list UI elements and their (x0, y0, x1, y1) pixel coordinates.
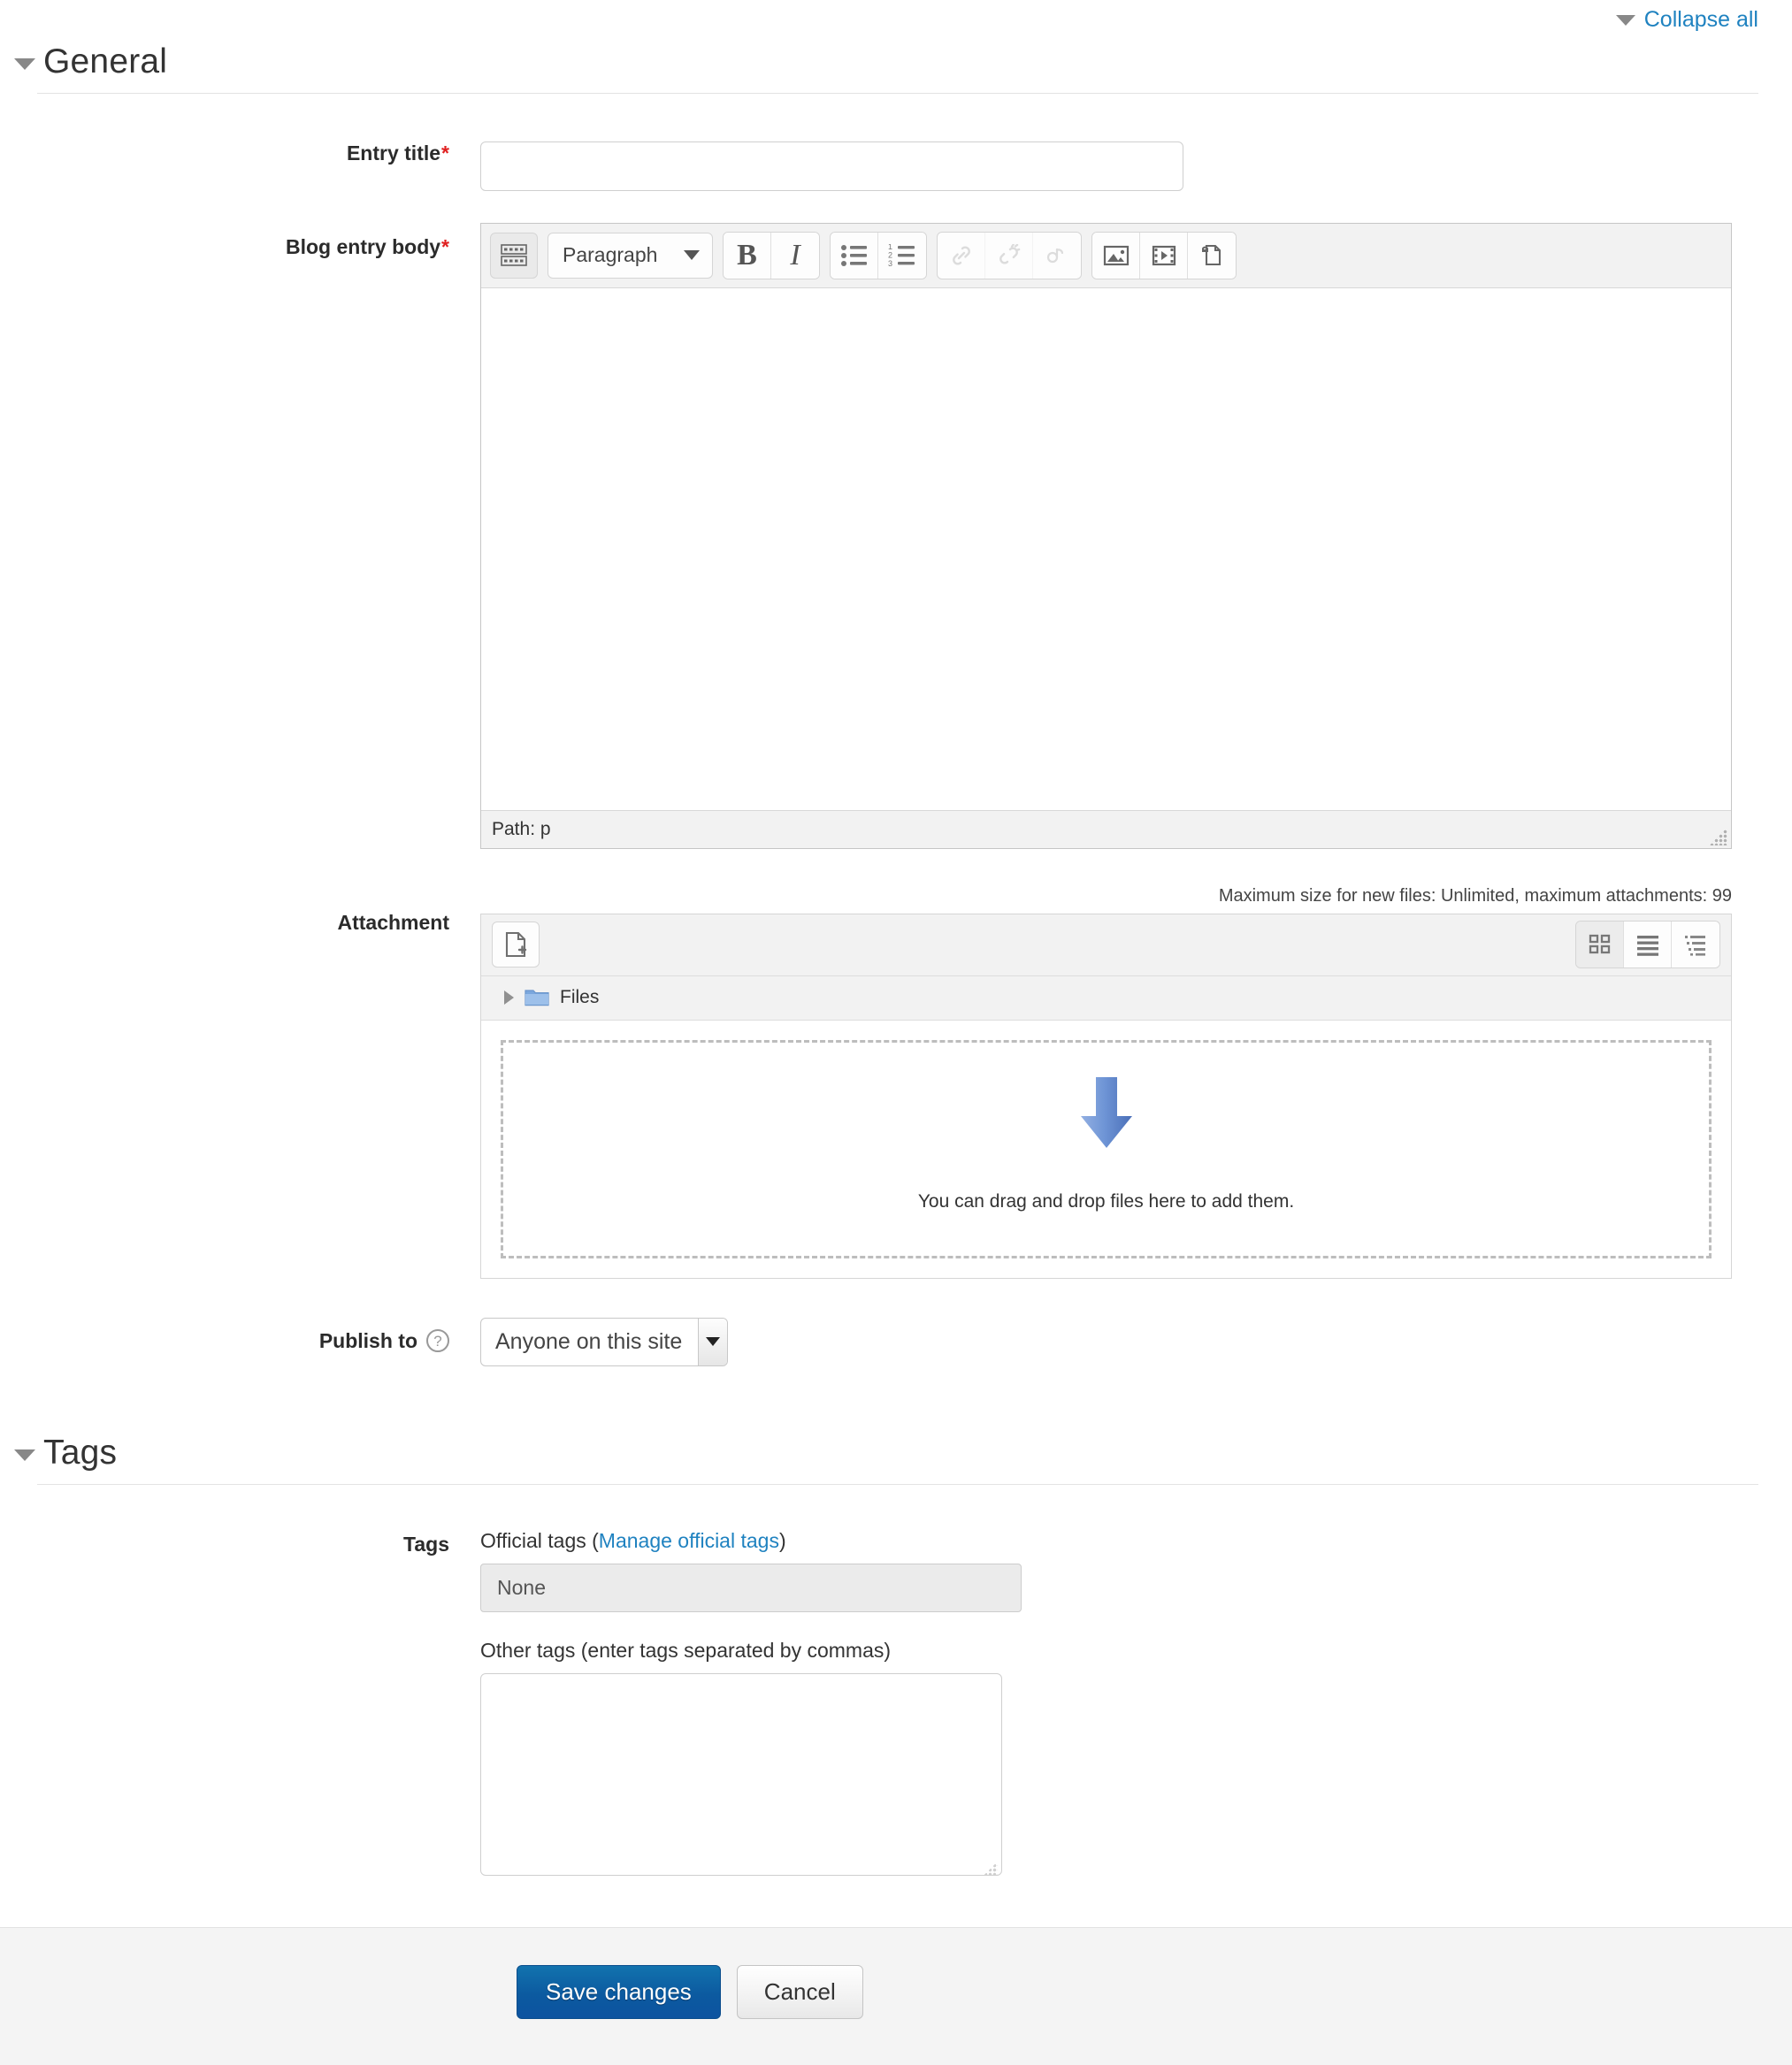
file-manager: Files You can drag and drop files here t… (480, 913, 1732, 1279)
other-tags-label: Other tags (enter tags separated by comm… (480, 1638, 892, 1662)
blog-entry-body-label: Blog entry body* (285, 234, 449, 258)
chevron-down-icon (14, 1449, 35, 1461)
numbered-list-icon[interactable]: 123 (878, 232, 926, 279)
unlink-icon[interactable] (985, 232, 1033, 279)
link-group (937, 231, 1082, 279)
text-style-group: B I (723, 231, 820, 279)
page-title: General (43, 42, 168, 80)
form-row-entry-title: Entry title* (0, 141, 1792, 191)
section-header-general[interactable]: General (0, 42, 1792, 80)
form-row-attachment: Attachment Maximum size for new files: U… (0, 886, 1792, 1279)
expand-toolbar-icon[interactable] (490, 232, 538, 279)
other-tags-input[interactable] (480, 1672, 1002, 1876)
breadcrumb-root-label[interactable]: Files (560, 987, 599, 1008)
manage-official-tags-link[interactable]: Manage official tags (599, 1529, 779, 1552)
official-tags-text-suffix: ) (778, 1528, 786, 1552)
italic-icon[interactable]: I (771, 232, 819, 279)
add-file-icon[interactable] (492, 922, 540, 968)
editor-path-label: Path: p (492, 818, 551, 839)
official-tags-select[interactable]: None (480, 1563, 1022, 1612)
save-changes-button[interactable]: Save changes (517, 1964, 721, 2019)
editor-content-area[interactable] (481, 287, 1731, 811)
resize-handle[interactable] (1710, 829, 1727, 845)
list-view-icon[interactable] (1624, 922, 1672, 968)
bulleted-list-icon[interactable] (831, 232, 878, 279)
chevron-down-icon (1615, 14, 1635, 26)
form-actions-footer: Save changes Cancel (0, 1926, 1792, 2065)
bold-label: B (737, 238, 757, 272)
other-tags-field-wrap (480, 1663, 1002, 1881)
icons-view-icon[interactable] (1576, 922, 1624, 968)
file-manager-toolbar (481, 914, 1731, 976)
required-asterisk: * (441, 234, 449, 258)
editor-path-bar: Path: p (481, 810, 1731, 848)
publish-to-label: Publish to? (0, 1329, 480, 1354)
chevron-down-icon (698, 1318, 728, 1365)
manage-files-icon[interactable] (1188, 232, 1236, 279)
paragraph-format-value: Paragraph (563, 243, 658, 267)
editor-toolbar: Paragraph B I 1 2 3 (481, 223, 1731, 288)
auto-link-icon[interactable] (1033, 232, 1081, 279)
chevron-down-icon (14, 57, 35, 70)
file-view-mode-group (1575, 921, 1720, 969)
entry-title-label: Entry title* (346, 141, 449, 164)
media-group (1091, 231, 1237, 279)
max-size-text: Maximum size for new files: Unlimited, m… (1218, 885, 1732, 906)
publish-to-value: Anyone on this site (495, 1328, 683, 1354)
down-arrow-icon (1075, 1075, 1138, 1156)
svg-text:3: 3 (888, 259, 892, 267)
chevron-down-icon (684, 250, 700, 261)
form-row-blog-entry-body: Blog entry body* Paragraph B I 1 2 3 Pat… (0, 222, 1792, 849)
italic-label: I (790, 238, 800, 272)
publish-to-select[interactable]: Anyone on this site (480, 1317, 729, 1366)
help-icon[interactable]: ? (426, 1329, 449, 1353)
image-icon[interactable] (1092, 232, 1140, 279)
tags-label: Tags (403, 1532, 449, 1556)
official-tags-text: Official tags ( (480, 1528, 599, 1552)
entry-title-input[interactable] (480, 141, 1183, 191)
form-row-tags: Tags Official tags (Manage official tags… (0, 1529, 1792, 1881)
bold-icon[interactable]: B (724, 232, 771, 279)
form-row-publish-to: Publish to? Anyone on this site (0, 1317, 1792, 1366)
media-icon[interactable] (1140, 232, 1188, 279)
attachment-label: Attachment (337, 910, 449, 934)
tags-section-title: Tags (43, 1433, 118, 1472)
paragraph-format-select[interactable]: Paragraph (548, 232, 713, 279)
blog-entry-form-page: Collapse all General Entry title* Blog e… (0, 0, 1792, 2065)
rich-text-editor: Paragraph B I 1 2 3 Path: p (480, 222, 1732, 849)
svg-text:2: 2 (888, 250, 892, 259)
official-tags-caption: Official tags (Manage official tags) (480, 1529, 1792, 1553)
collapse-all-row: Collapse all (0, 0, 1792, 32)
dropzone-text: You can drag and drop files here to add … (917, 1190, 1295, 1212)
file-dropzone[interactable]: You can drag and drop files here to add … (501, 1039, 1712, 1258)
chevron-right-icon[interactable] (504, 990, 514, 1006)
collapse-all-label: Collapse all (1643, 6, 1758, 32)
folder-icon (525, 988, 549, 1007)
required-asterisk: * (441, 141, 449, 164)
tree-view-icon[interactable] (1672, 922, 1719, 968)
cancel-button[interactable]: Cancel (736, 1964, 863, 2019)
list-group: 123 (830, 231, 927, 279)
link-icon[interactable] (938, 232, 985, 279)
file-breadcrumb: Files (481, 975, 1731, 1021)
collapse-all-link[interactable]: Collapse all (1615, 6, 1758, 32)
official-tags-value: None (497, 1575, 546, 1599)
section-header-tags[interactable]: Tags (0, 1433, 1792, 1472)
